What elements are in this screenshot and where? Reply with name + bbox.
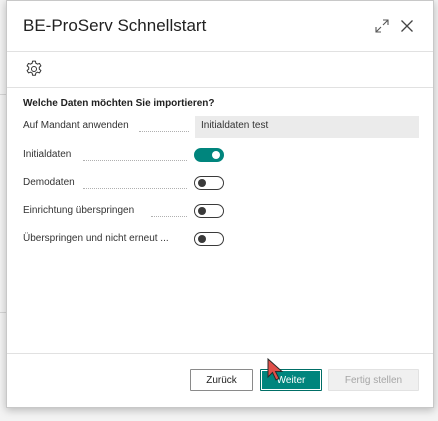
toggle-row-initialdaten: Initialdaten: [23, 145, 419, 167]
toggle-label: Überspringen und nicht erneut ...: [23, 233, 169, 244]
toggle-row-demodaten: Demodaten: [23, 173, 419, 195]
toggle-row-nicht-erneut: Überspringen und nicht erneut ...: [23, 229, 419, 251]
toggle-label: Demodaten: [23, 177, 75, 188]
toggle-knob: [198, 234, 206, 243]
company-field-label: Auf Mandant anwenden: [23, 120, 129, 131]
toggle-knob: [212, 151, 220, 159]
leader-dots: [83, 159, 187, 161]
toggle-label: Einrichtung überspringen: [23, 205, 135, 216]
toggle-label: Initialdaten: [23, 149, 72, 160]
close-button[interactable]: [396, 15, 418, 37]
toggle-ueberspringen-nicht-erneut[interactable]: [194, 232, 224, 246]
leader-dots: [139, 130, 189, 132]
next-button[interactable]: Weiter: [260, 369, 322, 391]
toggle-einrichtung-ueberspringen[interactable]: [194, 204, 224, 218]
toggle-initialdaten[interactable]: [194, 148, 224, 162]
toggle-demodaten[interactable]: [194, 176, 224, 190]
leader-dots: [151, 215, 187, 217]
toggle-row-einrichtung: Einrichtung überspringen: [23, 201, 419, 223]
dialog-header: BE-ProServ Schnellstart: [7, 1, 433, 51]
quickstart-dialog: BE-ProServ Schnellstart Welche Daten möc…: [6, 0, 434, 408]
toggle-knob: [198, 178, 206, 187]
close-icon: [401, 20, 413, 32]
finish-button[interactable]: Fertig stellen: [328, 369, 419, 391]
dialog-title: BE-ProServ Schnellstart: [23, 16, 207, 35]
toggle-knob: [198, 206, 206, 215]
company-field[interactable]: Initialdaten test: [195, 116, 419, 138]
footer-divider: [7, 353, 433, 354]
gear-icon: [26, 60, 42, 76]
leader-dots: [83, 187, 187, 189]
expand-button[interactable]: [371, 15, 393, 37]
expand-icon: [375, 19, 389, 33]
settings-button[interactable]: [23, 58, 45, 80]
toolbar-divider: [7, 87, 433, 88]
dialog-toolbar: [7, 52, 433, 87]
back-button[interactable]: Zurück: [190, 369, 253, 391]
section-title: Welche Daten möchten Sie importieren?: [23, 98, 215, 109]
company-field-row: Auf Mandant anwenden Initialdaten test: [23, 116, 419, 138]
